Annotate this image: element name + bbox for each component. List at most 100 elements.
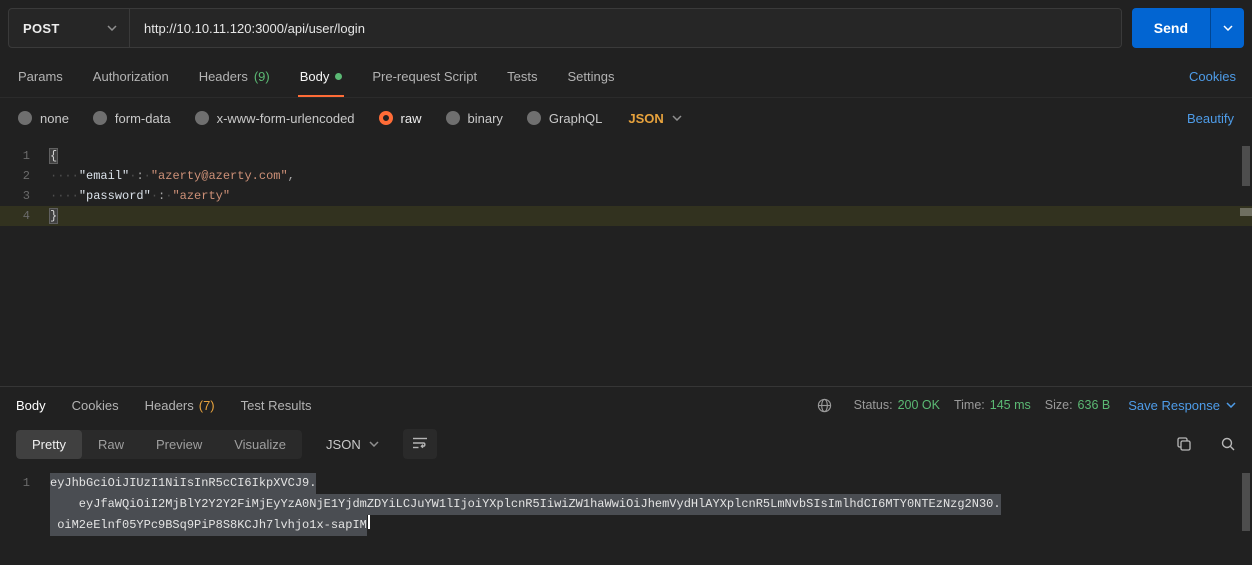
line-number <box>0 494 50 515</box>
mode-label: binary <box>468 111 503 126</box>
view-tab-pretty[interactable]: Pretty <box>16 430 82 459</box>
time-pair: Time: 145 ms <box>954 398 1031 412</box>
tab-label: Authorization <box>93 69 169 84</box>
send-options-button[interactable] <box>1210 8 1244 48</box>
cursor-position-marker <box>1240 208 1252 216</box>
send-button[interactable]: Send <box>1132 8 1210 48</box>
response-language-select[interactable]: JSON <box>314 430 391 459</box>
editor-line: 2····"email"·:·"azerty@azerty.com", <box>0 166 1252 186</box>
token: "azerty" <box>172 189 230 203</box>
save-response-button[interactable]: Save Response <box>1128 398 1236 413</box>
request-language-select[interactable]: JSON <box>628 111 681 126</box>
request-tab-tests[interactable]: Tests <box>505 56 539 97</box>
method-select[interactable]: POST <box>9 9 129 47</box>
tab-label: Tests <box>507 69 537 84</box>
size-value: 636 B <box>1078 398 1111 412</box>
unsaved-changes-dot <box>335 73 342 80</box>
editor-line: 4} <box>0 206 1252 226</box>
mode-label: none <box>40 111 69 126</box>
response-view-tabs: PrettyRawPreviewVisualize <box>16 430 302 459</box>
body-mode-form-data[interactable]: form-data <box>93 111 171 126</box>
request-body-editor[interactable]: 1{2····"email"·:·"azerty@azerty.com",3··… <box>0 138 1252 386</box>
code-text: } <box>50 206 57 226</box>
token: ···· <box>50 169 79 183</box>
request-tab-headers[interactable]: Headers(9) <box>197 56 272 97</box>
body-mode-none[interactable]: none <box>18 111 69 126</box>
response-actions <box>1176 436 1236 452</box>
time-value: 145 ms <box>990 398 1031 412</box>
selected-text: eyJhbGciOiJIUzI1NiIsInR5cCI6IkpXVCJ9. <box>50 473 316 494</box>
request-tab-settings[interactable]: Settings <box>565 56 616 97</box>
search-button[interactable] <box>1220 436 1236 452</box>
token: } <box>50 209 57 223</box>
response-lines: 1eyJhbGciOiJIUzI1NiIsInR5cCI6IkpXVCJ9. e… <box>0 473 1252 536</box>
editor-scrollbar[interactable] <box>1240 138 1252 386</box>
response-tab-headers[interactable]: Headers(7) <box>145 387 215 423</box>
response-toolbar: PrettyRawPreviewVisualize JSON <box>0 423 1252 465</box>
save-response-label: Save Response <box>1128 398 1220 413</box>
body-modes-row: none form-data x-www-form-urlencoded raw bin… <box>0 98 1252 138</box>
code-text: ····"email"·:·"azerty@azerty.com", <box>50 166 295 186</box>
token: ···· <box>50 189 79 203</box>
tab-label: Body <box>300 69 330 84</box>
send-button-group: Send <box>1132 8 1244 48</box>
response-line: oiM2eElnf05YPc9BSq9PiP8S8KCJh7lvhjo1x-sa… <box>0 515 1252 536</box>
response-body-viewer[interactable]: 1eyJhbGciOiJIUzI1NiIsInR5cCI6IkpXVCJ9. e… <box>0 465 1252 565</box>
request-tab-params[interactable]: Params <box>16 56 65 97</box>
body-mode-x-www-form-urlencoded[interactable]: x-www-form-urlencoded <box>195 111 355 126</box>
network-globe-icon[interactable] <box>817 398 832 413</box>
response-tab-cookies[interactable]: Cookies <box>72 387 119 423</box>
scrollbar-thumb[interactable] <box>1242 473 1250 531</box>
tab-count: (7) <box>199 398 215 413</box>
chevron-down-icon <box>107 25 117 31</box>
radio-icon <box>195 111 209 125</box>
response-tabs: Body Cookies Headers(7) Test Results <box>16 387 337 423</box>
response-scrollbar[interactable] <box>1240 465 1252 565</box>
request-bar: POST Send <box>0 0 1252 56</box>
mode-label: raw <box>401 111 422 126</box>
tab-label: Pre-request Script <box>372 69 477 84</box>
cookies-link[interactable]: Cookies <box>1189 69 1236 84</box>
chevron-down-icon <box>672 115 682 121</box>
request-tab-body[interactable]: Body <box>298 56 345 97</box>
copy-button[interactable] <box>1176 436 1192 452</box>
selected-text: oiM2eElnf05YPc9BSq9PiP8S8KCJh7lvhjo1x-sa… <box>50 515 367 536</box>
wrap-text-button[interactable] <box>403 429 437 459</box>
url-group: POST <box>8 8 1122 48</box>
view-tab-raw[interactable]: Raw <box>82 430 140 459</box>
token: "email" <box>79 169 129 183</box>
text-wrap-icon <box>412 436 428 453</box>
request-tab-pre-request-script[interactable]: Pre-request Script <box>370 56 479 97</box>
text-cursor <box>368 515 370 529</box>
view-tab-preview[interactable]: Preview <box>140 430 218 459</box>
token: "password" <box>79 189 151 203</box>
token: · <box>151 189 158 203</box>
body-mode-raw[interactable]: raw <box>379 111 422 126</box>
view-tab-visualize[interactable]: Visualize <box>218 430 302 459</box>
response-language-label: JSON <box>326 437 361 452</box>
radio-icon <box>379 111 393 125</box>
tab-label: Cookies <box>72 398 119 413</box>
body-modes: none form-data x-www-form-urlencoded raw bin… <box>18 111 602 126</box>
mode-label: x-www-form-urlencoded <box>217 111 355 126</box>
body-mode-graphql[interactable]: GraphQL <box>527 111 602 126</box>
token: { <box>50 149 57 163</box>
scrollbar-thumb[interactable] <box>1242 146 1250 186</box>
response-line: eyJfaWQiOiI2MjBlY2Y2Y2FiMjEyYzA0NjE1Yjdm… <box>0 494 1252 515</box>
response-tab-test-results[interactable]: Test Results <box>241 387 312 423</box>
response-header: BodyCookiesHeaders(7)Test Results Status… <box>0 387 1252 423</box>
token: "azerty@azerty.com" <box>151 169 288 183</box>
line-number: 4 <box>0 206 50 226</box>
response-tab-body[interactable]: Body <box>16 387 46 423</box>
beautify-link[interactable]: Beautify <box>1187 111 1234 126</box>
line-number <box>0 515 50 536</box>
send-label: Send <box>1154 20 1188 36</box>
url-input[interactable] <box>130 9 1121 47</box>
response-line: 1eyJhbGciOiJIUzI1NiIsInR5cCI6IkpXVCJ9. <box>0 473 1252 494</box>
radio-icon <box>527 111 541 125</box>
tab-label: Test Results <box>241 398 312 413</box>
token: , <box>288 169 295 183</box>
request-tab-authorization[interactable]: Authorization <box>91 56 171 97</box>
size-label: Size: <box>1045 398 1073 412</box>
body-mode-binary[interactable]: binary <box>446 111 503 126</box>
